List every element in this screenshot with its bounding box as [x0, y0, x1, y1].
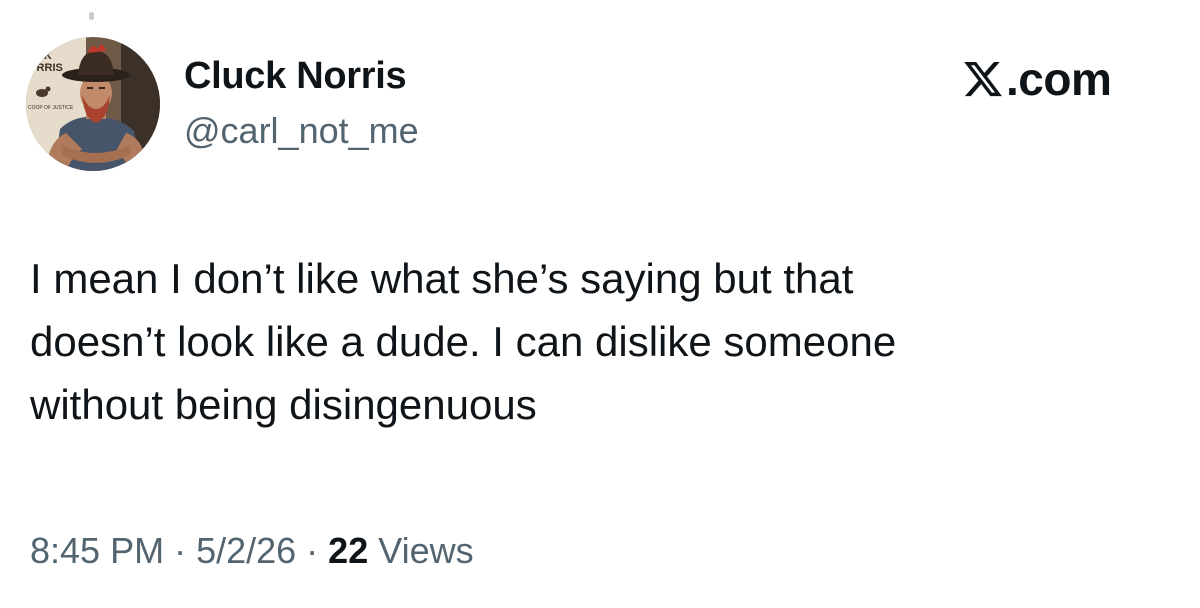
decorative-dot: [89, 12, 94, 20]
avatar-badge-line3: COOP OF JUSTICE: [28, 105, 74, 111]
views-label[interactable]: Views: [378, 530, 473, 572]
avatar[interactable]: UCK ORRIS COOP OF JUSTICE: [26, 37, 160, 171]
x-logo-icon: [964, 61, 1002, 97]
avatar-image: UCK ORRIS COOP OF JUSTICE: [26, 37, 160, 171]
user-handle[interactable]: @carl_not_me: [184, 110, 419, 152]
tweet-time[interactable]: 8:45 PM: [30, 530, 164, 572]
tweet-card: UCK ORRIS COOP OF JUSTICE Cluck Norris @…: [0, 0, 1200, 608]
views-count[interactable]: 22: [328, 530, 368, 572]
brand-text: .com: [1006, 53, 1112, 105]
tweet-text: I mean I don’t like what she’s saying bu…: [30, 255, 897, 428]
display-name[interactable]: Cluck Norris: [184, 55, 407, 98]
avatar-badge-line1: UCK: [28, 50, 52, 62]
meta-separator: ·: [306, 530, 319, 571]
meta-separator: ·: [174, 530, 187, 571]
tweet-date[interactable]: 5/2/26: [196, 530, 296, 572]
avatar-badge-line2: ORRIS: [28, 62, 63, 74]
tweet-metadata: 8:45 PM · 5/2/26 · 22 Views: [30, 530, 474, 572]
x-brand-watermark: .com: [962, 53, 1112, 105]
